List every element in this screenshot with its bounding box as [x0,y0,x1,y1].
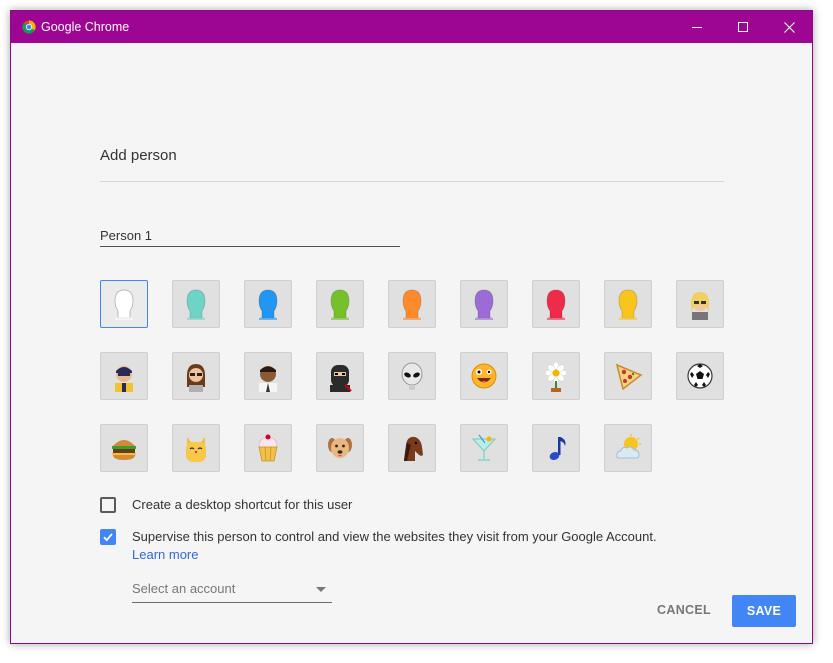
avatar-option[interactable] [244,280,292,328]
horse-avatar-icon [404,436,423,461]
ninja-avatar-icon [330,365,352,392]
title-bar[interactable]: Google Chrome [11,11,812,43]
smiley-avatar-icon [471,363,497,389]
avatar-option[interactable] [388,280,436,328]
minimize-icon [691,26,702,28]
supervise-row[interactable]: Supervise this person to control and vie… [100,529,657,545]
generic-green-avatar-icon [330,289,350,320]
chrome-window: Google Chrome Add person Create a deskto… [10,10,813,644]
ninja-man-avatar-icon [115,366,133,392]
window-title: Google Chrome [41,20,130,34]
maximize-button[interactable] [720,11,766,43]
supervise-checkbox[interactable] [100,529,116,545]
select-account-dropdown[interactable]: Select an account [132,581,332,603]
avatar-option[interactable] [172,352,220,400]
avatar-option[interactable] [604,352,652,400]
chrome-logo-icon [22,20,36,34]
soccer-ball-avatar-icon [687,363,713,389]
cocktail-avatar-icon [471,434,497,461]
learn-more-link[interactable]: Learn more [132,547,198,562]
desktop-shortcut-row[interactable]: Create a desktop shortcut for this user [100,497,352,513]
avatar-option[interactable] [676,280,724,328]
avatar-option[interactable] [316,280,364,328]
avatar-option[interactable] [460,280,508,328]
woman-avatar-icon [186,364,206,392]
generic-aqua-avatar-icon [186,289,206,320]
alien-avatar-icon [401,362,423,390]
generic-yellow-avatar-icon [618,289,638,320]
title-divider [100,181,724,182]
avatar-option[interactable] [100,424,148,472]
dog-avatar-icon [328,438,352,458]
avatar-option[interactable] [172,424,220,472]
music-note-avatar-icon [549,437,566,460]
generic-white-avatar-icon [114,289,134,320]
desktop-shortcut-label: Create a desktop shortcut for this user [132,497,353,512]
avatar-option[interactable] [532,280,580,328]
save-button[interactable]: SAVE [732,595,796,627]
select-account-placeholder: Select an account [132,581,236,596]
cancel-button[interactable]: CANCEL [651,595,717,625]
businessman-avatar-icon [259,366,277,392]
supervise-label: Supervise this person to control and vie… [132,529,657,544]
avatar-option[interactable] [532,352,580,400]
dropdown-arrow-icon [316,587,326,592]
minimize-button[interactable] [674,11,720,43]
maximize-icon [737,21,748,32]
avatar-option[interactable] [244,424,292,472]
generic-blue-avatar-icon [258,289,278,320]
close-button[interactable] [766,11,812,43]
avatar-option[interactable] [316,352,364,400]
avatar-option[interactable] [388,424,436,472]
cupcake-avatar-icon [258,434,278,462]
burger-avatar-icon [112,440,136,460]
dialog-title: Add person [100,147,177,164]
generic-red-avatar-icon [546,289,566,320]
avatar-option[interactable] [388,352,436,400]
checkmark-icon [103,533,113,542]
avatar-option[interactable] [172,280,220,328]
person-name-input[interactable] [100,225,400,247]
flower-avatar-icon [544,361,568,392]
avatar-option[interactable] [100,352,148,400]
avatar-option[interactable] [460,424,508,472]
avatar-option[interactable] [460,352,508,400]
avatar-option[interactable] [244,352,292,400]
avatar-option[interactable] [604,280,652,328]
cat-avatar-icon [186,437,206,462]
businesswoman-avatar-icon [691,292,709,320]
avatar-option[interactable] [100,280,148,328]
avatar-option[interactable] [604,424,652,472]
avatar-option[interactable] [676,352,724,400]
avatar-option[interactable] [316,424,364,472]
sun-cloud-avatar-icon [616,434,641,459]
desktop-shortcut-checkbox[interactable] [100,497,116,513]
generic-orange-avatar-icon [402,289,422,320]
avatar-option[interactable] [532,424,580,472]
close-icon [783,21,795,33]
generic-purple-avatar-icon [474,289,494,320]
pizza-avatar-icon [615,363,643,391]
